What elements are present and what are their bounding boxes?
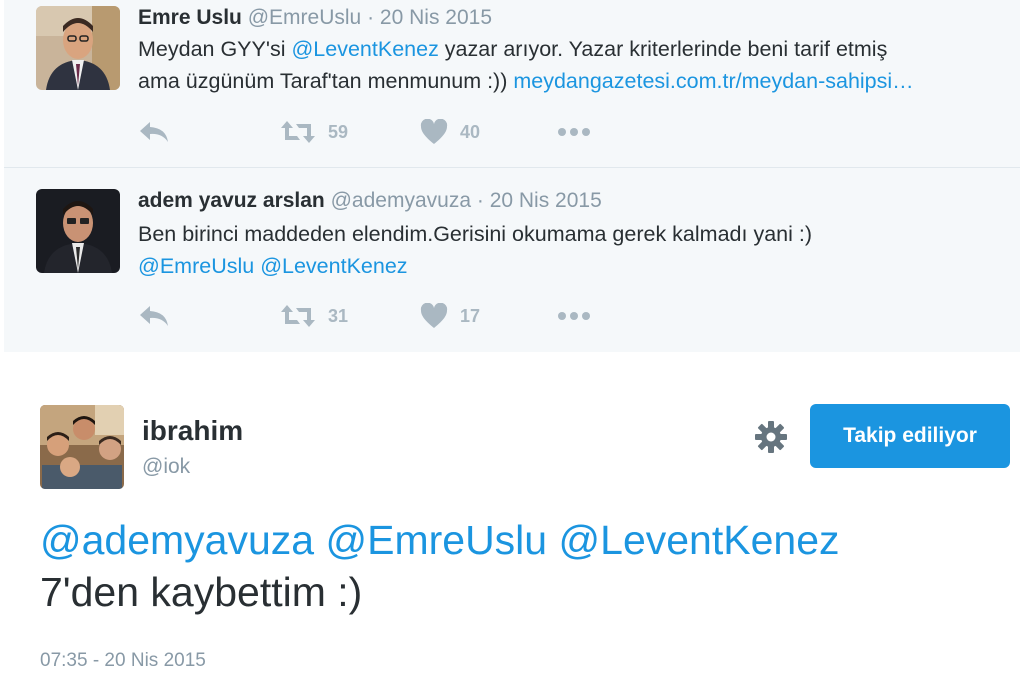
main-tweet-text: @ademyavuza @EmreUslu @LeventKenez 7'den… (40, 514, 840, 618)
separator: · (476, 189, 484, 212)
heart-icon (420, 119, 448, 144)
tweet-page: Emre Uslu @EmreUslu · 20 Nis 2015 Meydan… (4, 0, 1020, 685)
tweet-text-line: @EmreUslu @LeventKenez (138, 251, 408, 282)
mention-link[interactable]: @LeventKenez (291, 37, 438, 61)
gear-icon (755, 421, 787, 453)
tweet-text-line: ama üzgünüm Taraf'tan menmunum :)) meyda… (138, 66, 914, 97)
avatar[interactable] (36, 189, 120, 273)
separator: · (367, 6, 375, 29)
url-link[interactable]: meydangazetesi.com.tr/meydan-sahipsi… (513, 69, 913, 93)
author-handle[interactable]: @iok (142, 455, 190, 479)
main-tweet: ibrahim @iok Takip ediliyor @ademyavuza … (4, 352, 1020, 685)
author-name[interactable]: ibrahim (142, 415, 243, 447)
settings-button[interactable] (754, 420, 788, 454)
mention-link[interactable]: @EmreUslu (326, 517, 548, 563)
tweet-text-line: @ademyavuza @EmreUslu @LeventKenez (40, 514, 840, 566)
retweet-button[interactable]: 31 (280, 301, 348, 331)
author-name[interactable]: adem yavuz arslan (138, 189, 325, 212)
heart-icon (420, 303, 448, 328)
tweet-text: yazar arıyor. Yazar kriterlerinde beni t… (438, 37, 888, 61)
avatar[interactable] (40, 405, 124, 489)
retweet-icon (281, 305, 315, 327)
more-dots-icon (558, 128, 590, 136)
more-dots-icon (558, 312, 590, 320)
mention-link[interactable]: @EmreUslu (138, 254, 254, 278)
avatar[interactable] (36, 6, 120, 90)
more-button[interactable] (556, 301, 592, 331)
reply-tweet[interactable]: adem yavuz arslan @ademyavuza · 20 Nis 2… (4, 168, 1020, 352)
author-handle[interactable]: @EmreUslu (248, 6, 362, 29)
retweet-count: 59 (328, 121, 349, 142)
tweet-text: Ben birinci maddeden elendim.Gerisini ok… (138, 222, 812, 246)
tweet-text: ama üzgünüm Taraf'tan menmunum :)) (138, 69, 514, 93)
like-button[interactable]: 17 (420, 301, 480, 331)
author-name[interactable]: Emre Uslu (138, 6, 242, 29)
tweet-text-line: Meydan GYY'si @LeventKenez yazar arıyor.… (138, 34, 887, 65)
mention-link[interactable]: @LeventKenez (559, 517, 840, 563)
tweet-text: Meydan GYY'si (138, 37, 292, 61)
like-button[interactable]: 40 (420, 117, 480, 147)
reply-icon (140, 306, 168, 326)
reply-button[interactable] (138, 301, 170, 331)
retweet-button[interactable]: 59 (280, 117, 348, 147)
tweet-text: 7'den kaybettim :) (40, 569, 363, 615)
reply-button[interactable] (138, 117, 170, 147)
more-button[interactable] (556, 117, 592, 147)
tweet-timestamp[interactable]: 07:35 - 20 Nis 2015 (40, 650, 206, 672)
reply-icon (140, 122, 168, 142)
mention-link[interactable]: @ademyavuza (40, 517, 314, 563)
like-count: 40 (460, 121, 481, 142)
tweet-header: adem yavuz arslan @ademyavuza · 20 Nis 2… (138, 189, 602, 213)
author-handle[interactable]: @ademyavuza (331, 189, 471, 212)
tweet-date[interactable]: 20 Nis 2015 (380, 6, 492, 29)
following-button[interactable]: Takip ediliyor (810, 404, 1010, 468)
mention-link[interactable]: @LeventKenez (260, 254, 407, 278)
retweet-icon (281, 121, 315, 143)
retweet-count: 31 (328, 305, 349, 326)
tweet-text-line: Ben birinci maddeden elendim.Gerisini ok… (138, 219, 812, 250)
like-count: 17 (460, 305, 481, 326)
reply-tweet[interactable]: Emre Uslu @EmreUslu · 20 Nis 2015 Meydan… (4, 0, 1020, 168)
tweet-date[interactable]: 20 Nis 2015 (490, 189, 602, 212)
tweet-header: Emre Uslu @EmreUslu · 20 Nis 2015 (138, 6, 492, 30)
